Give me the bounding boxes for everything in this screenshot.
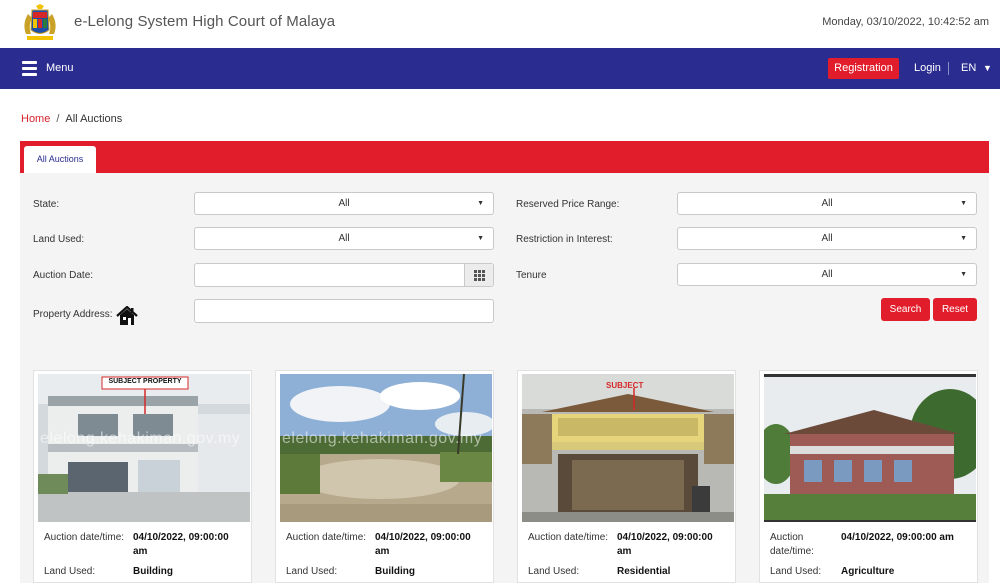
land-used-select[interactable]: All ▼	[194, 227, 494, 250]
site-header: e-Lelong System High Court of Malaya Mon…	[0, 0, 1000, 48]
current-datetime: Monday, 03/10/2022, 10:42:52 am	[822, 16, 989, 28]
auction-date-label-cont: date/time:	[770, 546, 814, 557]
house-icon	[116, 306, 138, 325]
property-photo[interactable]: elelong.kehakiman.gov.my	[280, 374, 492, 522]
property-photo[interactable]	[764, 374, 976, 522]
caret-down-icon: ▼	[477, 235, 484, 242]
land-used-value: Building	[375, 566, 415, 577]
tenure-select-value: All	[821, 269, 833, 280]
reserved-price-range-label: Reserved Price Range:	[516, 199, 620, 210]
land-used-label: Land Used:	[528, 566, 580, 577]
reset-button[interactable]: Reset	[933, 298, 977, 321]
auction-date-label: Auction Date:	[33, 270, 94, 281]
photo-caption: SUBJECT PROPERTY	[108, 378, 182, 385]
tenure-select[interactable]: All ▼	[677, 263, 977, 286]
auction-date-value-cont: am	[133, 546, 148, 557]
caret-down-icon[interactable]: ▼	[983, 63, 992, 73]
auction-date-input[interactable]	[194, 263, 494, 287]
photo-watermark: elelong.kehakiman.gov.my	[282, 430, 483, 447]
auction-card[interactable]: SUBJECT Auction date/time: 04/10/2022, 0…	[517, 370, 736, 583]
breadcrumb: Home / All Auctions	[21, 113, 122, 125]
auction-card[interactable]: SUBJECT PROPERTY elelong.kehakiman.gov.m…	[33, 370, 252, 583]
breadcrumb-separator: /	[56, 113, 60, 125]
land-used-value: Agriculture	[841, 566, 895, 577]
auction-date-value: 04/10/2022, 09:00:00 am	[841, 532, 954, 543]
login-link[interactable]: Login	[914, 62, 941, 74]
auction-date-value: 04/10/2022, 09:00:00	[617, 532, 713, 543]
auction-date-value-cont: am	[375, 546, 390, 557]
main-navbar: Menu Registration Login EN ▼	[0, 48, 1000, 89]
breadcrumb-home-link[interactable]: Home	[21, 113, 50, 125]
auction-date-label: Auction date/time:	[528, 532, 609, 543]
caret-down-icon: ▼	[477, 200, 484, 207]
land-used-select-value: All	[338, 233, 350, 244]
land-used-label: Land Used:	[286, 566, 338, 577]
reserved-price-range-select[interactable]: All ▼	[677, 192, 977, 215]
land-used-value: Residential	[617, 566, 671, 577]
property-address-label: Property Address:	[33, 309, 113, 320]
tab-bar: All Auctions	[20, 141, 989, 173]
auction-card[interactable]: elelong.kehakiman.gov.my Auction date/ti…	[275, 370, 494, 583]
caret-down-icon: ▼	[960, 200, 967, 207]
breadcrumb-current: All Auctions	[65, 113, 123, 125]
state-label: State:	[33, 199, 60, 210]
auction-date-value-cont: am	[617, 546, 632, 557]
restriction-in-interest-value: All	[821, 233, 833, 244]
auction-card[interactable]: Auction date/time: 04/10/2022, 09:00:00 …	[759, 370, 978, 583]
land-used-label: Land Used:	[33, 234, 85, 245]
calendar-icon	[474, 270, 485, 281]
coat-of-arms-logo[interactable]	[18, 4, 62, 42]
auction-date-label: Auction date/time:	[44, 532, 125, 543]
registration-button[interactable]: Registration	[828, 58, 899, 79]
site-title: e-Lelong System High Court of Malaya	[74, 13, 336, 30]
auction-date-value: 04/10/2022, 09:00:00	[375, 532, 471, 543]
nav-divider	[948, 62, 949, 75]
auction-date-label: Auction	[770, 532, 804, 543]
photo-watermark: elelong.kehakiman.gov.my	[40, 430, 241, 447]
reserved-price-range-value: All	[821, 198, 833, 209]
property-address-input[interactable]	[194, 299, 494, 323]
land-used-label: Land Used:	[770, 566, 822, 577]
land-used-label: Land Used:	[44, 566, 96, 577]
tenure-label: Tenure	[516, 270, 547, 281]
property-photo[interactable]: SUBJECT	[522, 374, 734, 522]
state-select-value: All	[338, 198, 350, 209]
tab-all-auctions[interactable]: All Auctions	[24, 146, 96, 173]
auction-date-label: Auction date/time:	[286, 532, 367, 543]
calendar-button[interactable]	[464, 264, 493, 286]
photo-caption: SUBJECT	[606, 381, 644, 390]
restriction-in-interest-label: Restriction in Interest:	[516, 234, 613, 245]
state-select[interactable]: All ▼	[194, 192, 494, 215]
land-used-value: Building	[133, 566, 173, 577]
menu-toggle-label[interactable]: Menu	[46, 62, 74, 74]
search-button[interactable]: Search	[881, 298, 930, 321]
hamburger-menu-icon[interactable]	[22, 61, 37, 76]
caret-down-icon: ▼	[960, 271, 967, 278]
language-selector[interactable]: EN	[961, 62, 976, 74]
property-photo[interactable]: SUBJECT PROPERTY elelong.kehakiman.gov.m…	[38, 374, 250, 522]
caret-down-icon: ▼	[960, 235, 967, 242]
auction-date-value: 04/10/2022, 09:00:00	[133, 532, 229, 543]
restriction-in-interest-select[interactable]: All ▼	[677, 227, 977, 250]
